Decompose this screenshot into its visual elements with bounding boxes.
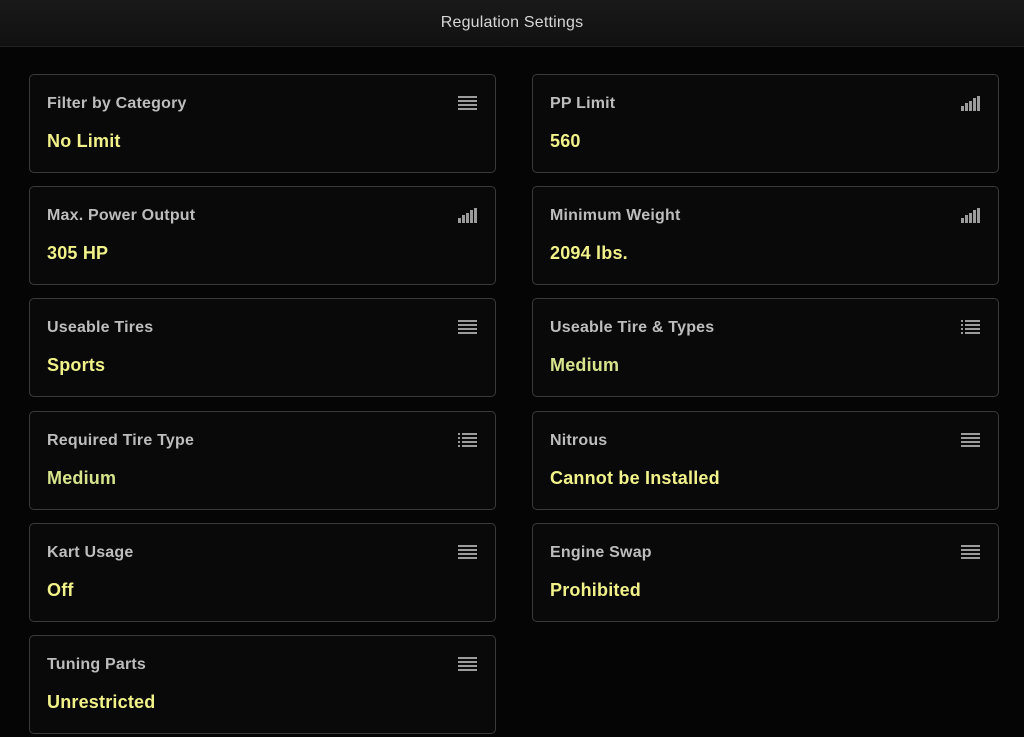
menu-icon <box>458 320 477 335</box>
setting-value: No Limit <box>47 131 121 151</box>
setting-label: Minimum Weight <box>550 207 681 224</box>
setting-value: Sports <box>47 355 106 375</box>
list-icon <box>961 320 980 335</box>
regulation-settings-page: Regulation Settings Filter by Category N… <box>0 0 1024 737</box>
setting-label: Max. Power Output <box>47 207 196 224</box>
setting-card-max-power-output[interactable]: Max. Power Output 305 HP <box>29 186 496 285</box>
setting-value: Cannot be Installed <box>550 468 720 488</box>
setting-card-kart-usage[interactable]: Kart Usage Off <box>29 523 496 622</box>
setting-card-useable-tires[interactable]: Useable Tires Sports <box>29 298 496 397</box>
setting-label: PP Limit <box>550 95 616 112</box>
setting-label: Tuning Parts <box>47 656 146 673</box>
menu-icon <box>458 96 477 111</box>
menu-icon <box>458 657 477 672</box>
menu-icon <box>961 433 980 448</box>
setting-card-minimum-weight[interactable]: Minimum Weight 2094 lbs. <box>532 186 999 285</box>
signal-bars-icon <box>961 96 980 111</box>
signal-bars-icon <box>961 208 980 223</box>
setting-label: Nitrous <box>550 432 608 449</box>
setting-label: Engine Swap <box>550 544 652 561</box>
setting-card-pp-limit[interactable]: PP Limit 560 <box>532 74 999 173</box>
setting-value: Medium <box>550 355 620 375</box>
setting-label: Kart Usage <box>47 544 134 561</box>
page-title: Regulation Settings <box>440 14 584 31</box>
setting-value: Prohibited <box>550 580 641 600</box>
menu-icon <box>458 545 477 560</box>
setting-card-nitrous[interactable]: Nitrous Cannot be Installed <box>532 411 999 510</box>
setting-label: Required Tire Type <box>47 432 195 449</box>
setting-value: Unrestricted <box>47 692 156 712</box>
setting-value: 305 HP <box>47 243 109 263</box>
menu-icon <box>961 545 980 560</box>
setting-card-useable-tire-types[interactable]: Useable Tire & Types Medium <box>532 298 999 397</box>
setting-card-filter-by-category[interactable]: Filter by Category No Limit <box>29 74 496 173</box>
header-bar: Regulation Settings <box>0 0 1024 47</box>
list-icon <box>458 433 477 448</box>
setting-value: 2094 lbs. <box>550 243 628 263</box>
setting-card-required-tire-type[interactable]: Required Tire Type Medium <box>29 411 496 510</box>
setting-card-engine-swap[interactable]: Engine Swap Prohibited <box>532 523 999 622</box>
setting-label: Filter by Category <box>47 95 187 112</box>
setting-label: Useable Tires <box>47 319 154 336</box>
setting-card-tuning-parts[interactable]: Tuning Parts Unrestricted <box>29 635 496 734</box>
setting-value: Off <box>47 580 74 600</box>
setting-value: 560 <box>550 131 581 151</box>
setting-label: Useable Tire & Types <box>550 319 715 336</box>
signal-bars-icon <box>458 208 477 223</box>
setting-value: Medium <box>47 468 117 488</box>
